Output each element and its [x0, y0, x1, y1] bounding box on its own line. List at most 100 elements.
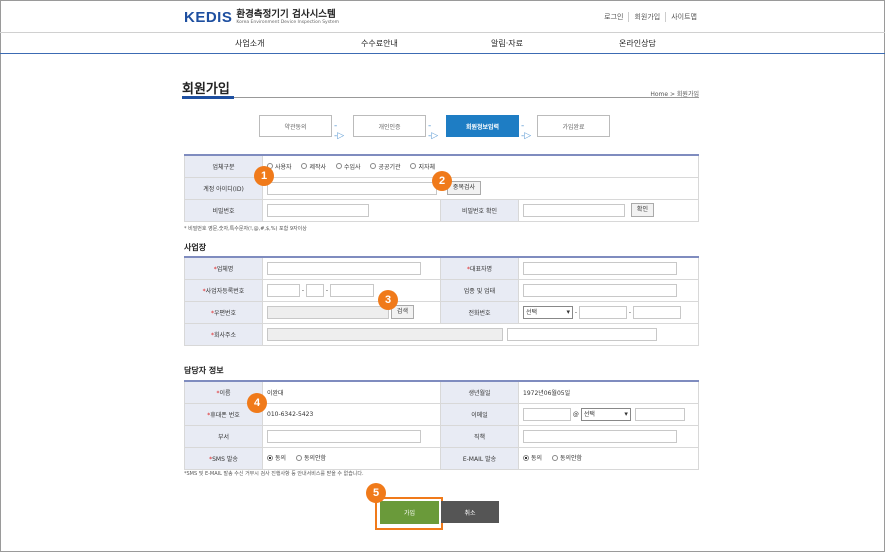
id-label: 계정 아이디(ID): [184, 176, 263, 200]
password-input[interactable]: [267, 203, 369, 217]
label-text: SMS 발송: [212, 455, 238, 463]
label-text: 대표자명: [469, 265, 493, 273]
biz-type-maker-radio[interactable]: 제작사: [301, 162, 326, 171]
sms-disagree-radio[interactable]: 동의안함: [295, 453, 326, 462]
radio-label: 제작사: [309, 163, 327, 171]
sms-agree-radio[interactable]: 동의: [267, 453, 286, 462]
radio-label: 동의: [531, 455, 543, 463]
main-nav: 사업소개 수수료안내 알림·자료 온라인상담: [0, 32, 885, 54]
position-cell: [518, 424, 699, 448]
email-send-label: E-MAIL 발송: [440, 446, 519, 470]
biz-type-importer-radio[interactable]: 수입사: [335, 162, 361, 171]
step-complete: 가입완료: [537, 115, 610, 137]
phone-input-2[interactable]: [578, 305, 627, 319]
biz-type-label: 업체구분: [184, 154, 263, 178]
address-label: *회사주소: [184, 322, 263, 346]
reg-no-input-3[interactable]: [329, 283, 374, 297]
password-confirm-label: 비밀번호 확인: [440, 198, 519, 222]
signup-link[interactable]: 회원가입: [628, 12, 665, 22]
logo-subtitle: Korea Environment Device Inspection Syst…: [236, 19, 339, 25]
password-note: * 비밀번호 영문,숫자,특수문자(!,@,#,$,%) 포함 9자이상: [184, 226, 307, 232]
callout-badge-1: 1: [254, 166, 274, 186]
business-section-title: 사업장: [184, 243, 207, 252]
zip-input[interactable]: [267, 305, 389, 319]
site-header: KEDIS 환경측정기기 검사시스템 Korea Environment Dev…: [0, 0, 885, 32]
contact-section-title: 담당자 정보: [184, 366, 224, 375]
nav-item-notice[interactable]: 알림·자료: [491, 38, 523, 49]
position-input[interactable]: [523, 429, 677, 443]
label-text: 이름: [219, 389, 231, 397]
biz-name-cell: [262, 256, 441, 280]
birth-value: 1972년06월05일: [518, 380, 699, 404]
reg-no-input-1[interactable]: [267, 283, 300, 297]
email-disagree-radio[interactable]: 동의안함: [551, 453, 583, 463]
email-agree-radio[interactable]: 동의: [523, 453, 542, 462]
sms-options: 동의 동의안함: [262, 446, 441, 470]
login-link[interactable]: 로그인: [599, 12, 628, 22]
mobile-value: 010-6342-5423: [262, 402, 441, 426]
industry-input[interactable]: [523, 283, 677, 297]
password-confirm-input[interactable]: [523, 203, 625, 217]
zip-cell: 검색: [262, 300, 441, 324]
step-arrow-icon: - -▷: [428, 121, 439, 141]
password-cell: [262, 198, 441, 222]
radio-label: 동의안함: [559, 455, 583, 463]
business-table: *업체명 *대표자명 *사업자등록번호 - - 업종 및 업태 *우편번호 검색…: [184, 256, 699, 346]
sitemap-link[interactable]: 사이트맵: [665, 12, 702, 22]
title-divider: [182, 97, 699, 98]
birth-label: 생년월일: [440, 380, 519, 404]
contact-name-value: 이완대: [262, 380, 441, 404]
biz-type-options: 사용자 제작사 수입사 공공기관 지자체: [262, 154, 699, 178]
id-cell: 중복검사: [262, 176, 699, 200]
reg-no-input-2[interactable]: [305, 283, 324, 297]
step-auth: 개인인증: [353, 115, 426, 137]
label-text: 업체명: [216, 265, 234, 273]
logo-text: 환경측정기기 검사시스템 Korea Environment Device In…: [236, 9, 339, 26]
step-arrow-icon: - -▷: [521, 121, 532, 141]
callout-badge-4: 4: [247, 393, 267, 413]
cancel-button[interactable]: 취소: [441, 501, 499, 523]
phone-area-select[interactable]: 선택: [523, 305, 573, 319]
label-text: 우편번호: [213, 309, 237, 317]
label-text: 휴대폰 번호: [210, 411, 240, 419]
address-input-1[interactable]: [267, 327, 503, 341]
duplicate-check-button[interactable]: 중복검사: [446, 181, 482, 195]
email-domain-select[interactable]: 선택: [580, 407, 631, 421]
site-logo[interactable]: KEDIS 환경측정기기 검사시스템 Korea Environment Dev…: [184, 9, 339, 26]
address-input-2[interactable]: [506, 327, 657, 341]
callout-badge-3: 3: [378, 290, 398, 310]
logo-mark: KEDIS: [184, 9, 233, 26]
biz-type-local-gov-radio[interactable]: 지자체: [410, 162, 435, 171]
notification-note: *SMS 및 E-MAIL 발송 수신 거부시 검사 진행사항 등 안내서비스를…: [184, 471, 364, 477]
password-confirm-button[interactable]: 확인: [630, 203, 654, 217]
title-underline: [182, 96, 234, 99]
biz-name-label: *업체명: [184, 256, 263, 280]
join-button[interactable]: 가입: [380, 501, 439, 524]
nav-item-about[interactable]: 사업소개: [235, 38, 264, 49]
phone-input-3[interactable]: [632, 305, 681, 319]
reg-no-label: *사업자등록번호: [184, 278, 263, 302]
phone-label: 전화번호: [440, 300, 519, 324]
biz-type-public-radio[interactable]: 공공기관: [370, 162, 401, 171]
label-text: 회사주소: [213, 331, 237, 339]
email-id-input[interactable]: [523, 407, 571, 421]
dept-cell: [262, 424, 441, 448]
reg-no-cell: - -: [262, 278, 441, 302]
address-cell: [262, 322, 699, 346]
ceo-input[interactable]: [523, 261, 677, 275]
radio-label: 수입사: [343, 163, 361, 171]
biz-name-input[interactable]: [267, 261, 421, 275]
industry-cell: [518, 278, 699, 302]
position-label: 직책: [440, 424, 519, 448]
nav-item-fees[interactable]: 수수료안내: [361, 38, 398, 49]
ceo-label: *대표자명: [440, 256, 519, 280]
page-title: 회원가입: [182, 82, 230, 97]
nav-item-consult[interactable]: 온라인상담: [619, 38, 656, 49]
step-arrow-icon: - -▷: [334, 121, 345, 141]
id-input[interactable]: [267, 181, 437, 195]
zip-label: *우편번호: [184, 300, 263, 324]
email-domain-input[interactable]: [634, 407, 685, 421]
ceo-cell: [518, 256, 699, 280]
dept-input[interactable]: [267, 429, 421, 443]
email-label: 이메일: [440, 402, 519, 426]
